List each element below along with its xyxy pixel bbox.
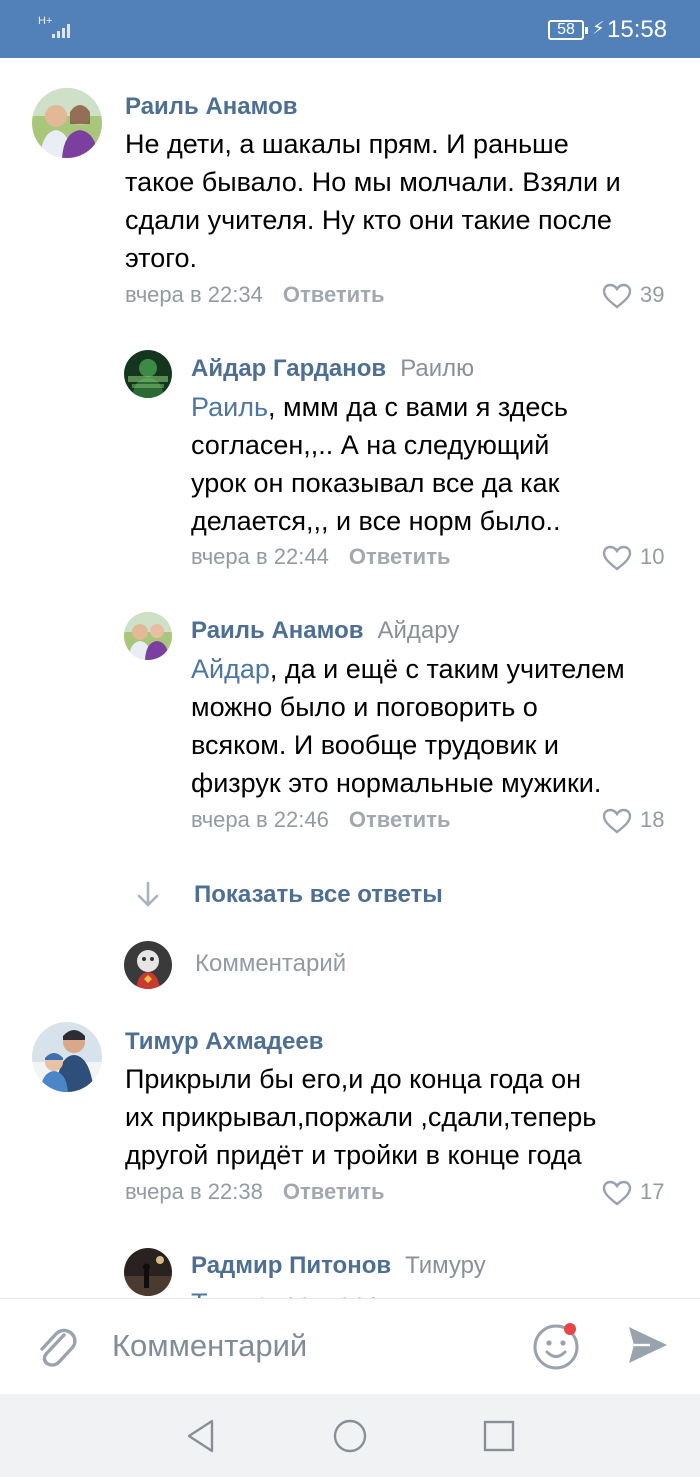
signal-icon: H+ bbox=[38, 15, 70, 38]
reply-to-label[interactable]: Раилю bbox=[400, 355, 474, 382]
reply-comment: Айдар Гарданов Раилю Раиль, ммм да с вами… bbox=[0, 328, 700, 578]
reply-button[interactable]: Ответить bbox=[283, 282, 385, 307]
comment-author[interactable]: Айдар Гарданов Раилю bbox=[191, 355, 474, 383]
reply-to-label[interactable]: Тимуру bbox=[405, 1252, 486, 1279]
comment-text-line: этого. bbox=[125, 243, 198, 273]
comment-text-line: физрук это нормальные мужики. bbox=[191, 768, 602, 798]
heart-icon bbox=[602, 545, 632, 571]
battery-icon: 58 bbox=[548, 20, 588, 40]
comment-text-fragment: , согласен bbox=[268, 1288, 395, 1298]
comment-text-line: их прикрывал,поржали ,сдали,теперь bbox=[125, 1102, 597, 1132]
like-button[interactable]: 18 bbox=[602, 807, 682, 835]
comment-text-line: согласен,,.. А на следующий bbox=[191, 430, 550, 460]
comment-time: вчера в 22:46 bbox=[191, 807, 329, 832]
reply-comment: Радмир Питонов Тимуру Тимур, согласен bbox=[0, 1244, 700, 1298]
comments-feed[interactable]: Раиль Анамов Не дети, а шакалы прям. И р… bbox=[0, 58, 700, 1298]
reply-to-label[interactable]: Айдару bbox=[378, 617, 460, 644]
comment-text-line: всяком. И вообще трудовик и bbox=[191, 730, 560, 760]
reply-input-prompt-label[interactable]: Комментарий bbox=[195, 949, 346, 979]
reply-comment: Раиль Анамов Айдару Айдар, да и ещё с так… bbox=[0, 590, 700, 840]
avatar[interactable] bbox=[32, 1022, 102, 1092]
comment-meta: вчера в 22:46 Ответить bbox=[191, 807, 451, 833]
network-type-label: H+ bbox=[38, 15, 53, 27]
heart-icon bbox=[602, 808, 632, 834]
mention-link[interactable]: Тимур bbox=[191, 1288, 268, 1298]
comment-meta: вчера в 22:34 Ответить bbox=[125, 282, 385, 308]
comment-text-line: Прикрыли бы его,и до конца года он bbox=[125, 1064, 581, 1094]
comment-text-line: другой придёт и тройки в конце года bbox=[125, 1140, 582, 1170]
comment-text-fragment: , да и ещё с таким учителем bbox=[269, 654, 625, 684]
comment-text-line: урок он показывал все да как bbox=[191, 468, 560, 498]
system-navigation-bar bbox=[0, 1394, 700, 1477]
like-count: 18 bbox=[640, 807, 665, 832]
avatar[interactable] bbox=[124, 612, 172, 660]
comment-text-line: сдали учителя. Ну кто они такие после bbox=[125, 205, 612, 235]
author-name[interactable]: Радмир Питонов bbox=[191, 1252, 391, 1279]
comment-text: Тимур, согласен bbox=[191, 1284, 396, 1298]
reply-button[interactable]: Ответить bbox=[349, 544, 451, 569]
comment-text-line: Не дети, а шакалы прям. И раньше bbox=[125, 129, 569, 159]
show-all-replies-label[interactable]: Показать все ответы bbox=[194, 880, 443, 910]
comment-meta: вчера в 22:44 Ответить bbox=[191, 544, 451, 570]
comment: Тимур Ахмадеев Прикрыли бы его,и до конц… bbox=[0, 1018, 700, 1218]
battery-level: 58 bbox=[557, 21, 575, 38]
clock: 15:58 bbox=[607, 16, 668, 43]
comment-time: вчера в 22:44 bbox=[191, 544, 329, 569]
like-button[interactable]: 39 bbox=[602, 282, 682, 310]
comment-text: Айдар, да и ещё с таким учителем можно б… bbox=[191, 650, 625, 802]
like-count: 17 bbox=[640, 1179, 665, 1204]
mention-link[interactable]: Айдар bbox=[191, 654, 270, 684]
recent-apps-icon[interactable] bbox=[482, 1418, 516, 1454]
back-icon[interactable] bbox=[184, 1418, 218, 1454]
author-name[interactable]: Раиль Анамов bbox=[191, 617, 364, 644]
like-button[interactable]: 10 bbox=[602, 544, 682, 572]
notification-dot bbox=[564, 1323, 576, 1335]
author-name[interactable]: Айдар Гарданов bbox=[191, 355, 386, 382]
reply-input-prompt[interactable]: Комментарий bbox=[124, 941, 524, 989]
comment-author[interactable]: Раиль Анамов bbox=[125, 93, 298, 121]
comment-composer: Комментарий bbox=[0, 1298, 700, 1394]
comment-author[interactable]: Радмир Питонов Тимуру bbox=[191, 1252, 486, 1280]
avatar[interactable] bbox=[124, 1248, 172, 1296]
comment-text-line: Айдар, да и ещё с таким учителем bbox=[191, 650, 625, 688]
comment-text-line: можно было и поговорить о bbox=[191, 692, 538, 722]
comment-text: Раиль, ммм да с вами я здесь согласен,,.… bbox=[191, 388, 568, 540]
status-bar: H+ 58 ⚡ 15:58 bbox=[0, 0, 700, 58]
avatar[interactable] bbox=[124, 350, 172, 398]
reply-button[interactable]: Ответить bbox=[283, 1179, 385, 1204]
heart-icon bbox=[602, 1180, 632, 1206]
comment-author[interactable]: Тимур Ахмадеев bbox=[125, 1028, 323, 1056]
reply-button[interactable]: Ответить bbox=[349, 807, 451, 832]
comment-text: Не дети, а шакалы прям. И раньше такое б… bbox=[125, 125, 621, 277]
comment-text-line: такое бывало. Но мы молчали. Взяли и bbox=[125, 167, 621, 197]
comment-text: Прикрыли бы его,и до конца года он их пр… bbox=[125, 1060, 596, 1174]
comment-input[interactable]: Комментарий bbox=[112, 1327, 307, 1365]
like-count: 10 bbox=[640, 544, 665, 569]
like-button[interactable]: 17 bbox=[602, 1179, 682, 1207]
heart-icon bbox=[602, 283, 632, 309]
emoji-icon[interactable] bbox=[532, 1321, 582, 1371]
comment-meta: вчера в 22:38 Ответить bbox=[125, 1179, 385, 1205]
comment-text-line: делается,,, и все норм было.. bbox=[191, 506, 561, 536]
paperclip-icon[interactable] bbox=[34, 1323, 78, 1369]
comment-author[interactable]: Раиль Анамов Айдару bbox=[191, 617, 459, 645]
mention-link[interactable]: Раиль bbox=[191, 392, 268, 422]
comment-time: вчера в 22:34 bbox=[125, 282, 263, 307]
arrow-down-icon bbox=[137, 881, 159, 907]
comment-text-fragment: , ммм да с вами я здесь bbox=[268, 392, 568, 422]
comment-text-line: Тимур, согласен bbox=[191, 1284, 396, 1298]
comment-text-line: Раиль, ммм да с вами я здесь bbox=[191, 388, 568, 426]
comment: Раиль Анамов Не дети, а шакалы прям. И р… bbox=[0, 58, 700, 318]
comment-time: вчера в 22:38 bbox=[125, 1179, 263, 1204]
like-count: 39 bbox=[640, 282, 665, 307]
avatar[interactable] bbox=[32, 88, 102, 158]
charging-icon: ⚡ bbox=[592, 18, 605, 38]
send-icon[interactable] bbox=[626, 1323, 670, 1367]
home-icon[interactable] bbox=[332, 1418, 368, 1454]
my-avatar bbox=[124, 941, 172, 989]
